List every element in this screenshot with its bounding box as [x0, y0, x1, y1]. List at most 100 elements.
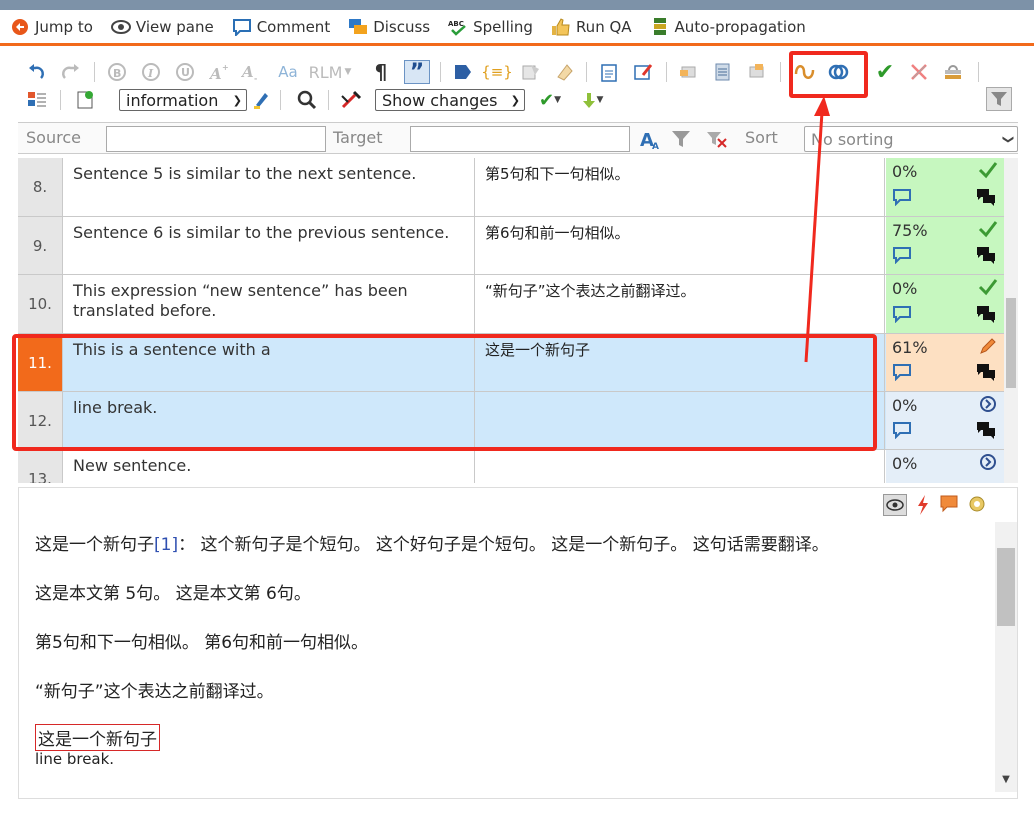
- comment-label: Comment: [256, 17, 331, 36]
- filter-icon[interactable]: [670, 128, 692, 150]
- case-change-icon[interactable]: Aa: [274, 61, 302, 83]
- ribbon-bar: Jump to View pane Comment Discuss ABC Sp…: [0, 10, 1034, 46]
- placeholder-icon[interactable]: {≡}: [481, 61, 513, 83]
- undo-icon[interactable]: [26, 61, 48, 83]
- preview-line: 这是一个新句子[1]： 这个新句子是个短句。 这个好句子是个短句。 这是一个新句…: [35, 530, 829, 555]
- reject-icon[interactable]: [908, 61, 930, 83]
- filter-toggle-icon[interactable]: [986, 87, 1012, 111]
- discuss-label: Discuss: [373, 17, 431, 36]
- spelling-button[interactable]: ABC Spelling: [448, 17, 533, 37]
- discussion-icon[interactable]: [976, 246, 996, 268]
- view-pane-button[interactable]: View pane: [110, 17, 214, 37]
- source-filter-input[interactable]: [106, 126, 326, 152]
- auto-propagation-button[interactable]: Auto-propagation: [650, 17, 806, 37]
- segment-number: 13.: [18, 450, 63, 483]
- info-level-dropdown[interactable]: information ❯: [119, 89, 247, 111]
- copy-source-icon[interactable]: [520, 61, 542, 83]
- target-filter-input[interactable]: [410, 126, 630, 152]
- discuss-button[interactable]: Discuss: [348, 17, 430, 37]
- changes-value: Show changes: [382, 90, 498, 110]
- accept-change-dropdown[interactable]: ✔ ▼: [532, 89, 568, 111]
- segment-row[interactable]: 9. Sentence 6 is similar to the previous…: [18, 217, 1004, 275]
- segment-row[interactable]: 10. This expression “new sentence” has b…: [18, 275, 1004, 334]
- svg-text:B: B: [113, 67, 121, 80]
- rlm-dropdown[interactable]: RLM ▼: [308, 61, 352, 83]
- next-change-dropdown[interactable]: ▼: [574, 89, 610, 111]
- preview-line: line break.: [35, 750, 115, 768]
- preview-eye-icon[interactable]: [883, 494, 907, 516]
- confirm-icon[interactable]: ✔: [874, 60, 896, 85]
- lock-segment-icon[interactable]: [942, 61, 964, 83]
- preview-settings-icon[interactable]: [967, 494, 987, 520]
- lookup-icon[interactable]: [678, 61, 700, 83]
- target-text[interactable]: [475, 450, 885, 483]
- discussion-icon[interactable]: [976, 305, 996, 327]
- quote-icon[interactable]: ”: [404, 60, 430, 85]
- clear-filter-icon[interactable]: [706, 128, 728, 150]
- underline-icon[interactable]: U: [174, 61, 196, 83]
- confirmed-check-icon: [978, 220, 998, 242]
- toolbar-separator: [60, 90, 61, 110]
- svg-text:-: -: [254, 74, 257, 82]
- comment-bubble-icon[interactable]: [892, 188, 912, 210]
- grid-scrollbar-thumb[interactable]: [1006, 298, 1016, 388]
- segment-status: 0%: [886, 275, 1004, 333]
- insert-term-icon[interactable]: [746, 61, 768, 83]
- annotation-arrow: [804, 96, 830, 363]
- run-qa-button[interactable]: Run QA: [551, 17, 632, 37]
- concordance-icon[interactable]: [712, 61, 734, 83]
- toolbar-separator: [280, 90, 281, 110]
- segment-row[interactable]: 13. New sentence. 0%: [18, 450, 1004, 483]
- discuss-icon: [348, 17, 368, 37]
- italic-icon[interactable]: I: [140, 61, 162, 83]
- grid-scrollbar[interactable]: [1004, 158, 1018, 483]
- font-size-icon[interactable]: AA: [638, 128, 660, 150]
- redo-icon[interactable]: [60, 61, 82, 83]
- preview-scrollbar-thumb[interactable]: [997, 548, 1015, 626]
- comment-bubble-icon[interactable]: [892, 305, 912, 327]
- sort-label: Sort: [745, 128, 778, 147]
- auto-propagation-icon: [650, 17, 670, 37]
- track-changes-icon[interactable]: [340, 89, 362, 111]
- source-text: Sentence 5 is similar to the next senten…: [63, 158, 475, 216]
- comment-button[interactable]: Comment: [232, 17, 331, 37]
- comment-bubble-icon[interactable]: [892, 363, 912, 385]
- layout-icon[interactable]: [26, 89, 48, 111]
- superscript-icon[interactable]: A +: [208, 61, 230, 83]
- highlighter-icon[interactable]: [250, 89, 272, 111]
- bold-icon[interactable]: B: [106, 61, 128, 83]
- chevron-down-icon: ❯: [232, 93, 242, 107]
- preview-line: 第5句和下一句相似。 第6句和前一句相似。: [35, 633, 369, 653]
- lightning-icon[interactable]: [915, 494, 931, 520]
- edit-note-icon[interactable]: [632, 61, 654, 83]
- search-icon[interactable]: [296, 89, 318, 111]
- preview-pane: 这是一个新句子[1]： 这个新句子是个短句。 这个好句子是个短句。 这是一个新句…: [18, 487, 1018, 799]
- match-percent: 0%: [892, 454, 918, 473]
- discussion-icon[interactable]: [976, 188, 996, 210]
- chevron-down-icon: ❯: [1001, 134, 1015, 144]
- preview-scrollbar[interactable]: [995, 522, 1017, 792]
- comment-bubble-icon[interactable]: [892, 246, 912, 268]
- pilcrow-icon[interactable]: ¶: [370, 60, 392, 84]
- preview-comment-icon[interactable]: [939, 494, 959, 520]
- discussion-icon[interactable]: [976, 421, 996, 443]
- tag-icon[interactable]: [452, 61, 474, 83]
- changes-dropdown[interactable]: Show changes ❯: [375, 89, 525, 111]
- footnote-ref[interactable]: [1]: [154, 535, 178, 555]
- match-percent: 0%: [892, 162, 918, 181]
- jump-to-button[interactable]: Jump to: [10, 17, 93, 37]
- clipboard-icon[interactable]: [598, 61, 620, 83]
- segment-row[interactable]: 8. Sentence 5 is similar to the next sen…: [18, 158, 1004, 217]
- scroll-down-icon[interactable]: ▼: [995, 774, 1017, 788]
- auto-propagation-label: Auto-propagation: [674, 17, 806, 36]
- editor-toolbar: B I U A + A- Aa RLM ▼ ¶ ” {≡} ✔ informat…: [18, 55, 1018, 121]
- comment-bubble-icon[interactable]: [892, 421, 912, 443]
- view-pane-label: View pane: [135, 17, 214, 36]
- preview-text: 这是一个新句子: [35, 535, 154, 555]
- add-note-icon[interactable]: [74, 89, 96, 111]
- subscript-icon[interactable]: A-: [240, 61, 262, 83]
- clear-target-icon[interactable]: [554, 61, 576, 83]
- preview-active-segment[interactable]: 这是一个新句子: [35, 724, 160, 751]
- discussion-icon[interactable]: [976, 363, 996, 385]
- jump-to-icon: [10, 17, 30, 37]
